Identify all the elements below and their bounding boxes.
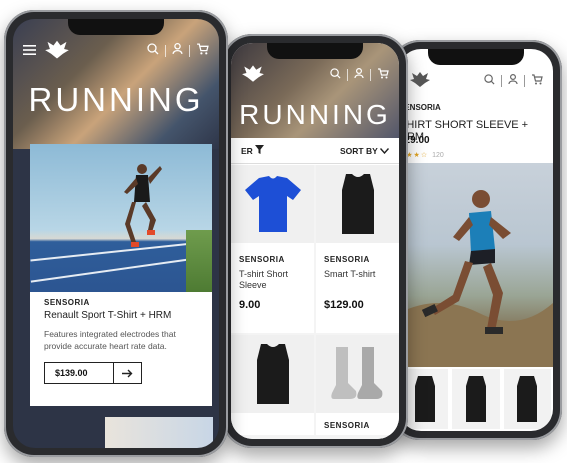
thumbnail[interactable] [452, 369, 500, 429]
product-image [231, 165, 314, 243]
user-icon[interactable] [172, 42, 183, 60]
sort-button[interactable]: SORT BY [339, 145, 390, 156]
phone-notch [267, 43, 363, 59]
filter-sort-bar: ER SORT BY [231, 138, 399, 164]
chevron-down-icon [379, 147, 390, 154]
featured-product-card[interactable]: SENSORIA Renault Sport T-Shirt + HRM Fea… [30, 144, 212, 406]
divider [189, 45, 190, 57]
product-name: Renault Sport T-Shirt + HRM [44, 310, 172, 321]
black-tank-icon [256, 344, 289, 404]
menu-icon[interactable] [23, 42, 36, 60]
product-image [231, 335, 314, 413]
product-description: Features integrated electrodes that prov… [44, 329, 176, 351]
user-icon[interactable] [354, 66, 364, 84]
product-tile[interactable]: SENSORIA [316, 335, 399, 435]
phone-mockup-2: RUNNING ER SORT BY SENSORIA T-shirt Shor… [222, 34, 408, 448]
divider [165, 45, 166, 57]
filter-button[interactable]: ER [241, 145, 265, 156]
category-screen: RUNNING SENSORIA Renault Sport T-Shirt +… [13, 19, 219, 448]
thumbnail[interactable] [503, 369, 551, 429]
filter-label: ER [241, 146, 253, 156]
product-image [316, 165, 399, 243]
product-photo[interactable] [399, 163, 553, 367]
thumbnail-strip [399, 369, 553, 429]
divider [501, 75, 502, 87]
brand-logo-icon[interactable] [241, 63, 265, 88]
divider [370, 69, 371, 81]
phone-mockup-3: SENSORIA SHIRT SHORT SLEEVE + HRM 129.00… [390, 40, 562, 440]
product-name: T-shirt Short Sleeve [239, 269, 289, 290]
sort-label: SORT BY [339, 145, 378, 156]
product-brand: SENSORIA [239, 255, 285, 264]
runner-figure [124, 164, 162, 247]
hero-title: RUNNING [28, 81, 204, 118]
buy-button[interactable]: $139.00 [44, 362, 142, 384]
product-name: Smart T-shirt [324, 269, 376, 279]
product-price: $129.00 [324, 299, 364, 311]
blue-shirt-icon [244, 176, 301, 232]
rating-count: 120 [432, 152, 444, 159]
cart-icon[interactable] [377, 66, 389, 84]
hero-title: RUNNING [239, 99, 391, 130]
cart-icon[interactable] [531, 72, 543, 90]
product-price: 9.00 [239, 299, 261, 311]
product-brand: SENSORIA [44, 298, 90, 307]
brand-logo-icon[interactable] [44, 38, 70, 65]
product-list-screen: RUNNING ER SORT BY SENSORIA T-shirt Shor… [231, 43, 399, 439]
track-lane [30, 255, 212, 283]
product-detail-screen: SENSORIA SHIRT SHORT SLEEVE + HRM 129.00… [399, 49, 553, 431]
brand-logo-icon[interactable] [409, 70, 431, 93]
search-icon[interactable] [147, 42, 159, 60]
arrow-right-icon[interactable] [113, 363, 141, 383]
product-image [316, 335, 399, 413]
price-label: $139.00 [55, 368, 88, 378]
product-tile[interactable]: SENSORIA Smart T-shirt $129.00 [316, 165, 399, 333]
next-card-preview [105, 417, 213, 448]
thumbnail[interactable] [401, 369, 449, 429]
cart-icon[interactable] [196, 42, 209, 60]
phone-mockup-1: RUNNING SENSORIA Renault Sport T-Shirt +… [4, 10, 228, 457]
product-grid: SENSORIA T-shirt Short Sleeve 9.00 SENSO… [231, 165, 399, 439]
phone-notch [68, 19, 164, 35]
phone-notch [428, 49, 524, 65]
product-photo [30, 144, 212, 292]
product-tile[interactable] [231, 335, 314, 435]
divider [347, 69, 348, 81]
filter-icon [255, 145, 265, 154]
product-brand: SENSORIA [324, 421, 370, 430]
search-icon[interactable] [484, 72, 495, 90]
hero-banner: RUNNING [13, 19, 219, 149]
product-tile[interactable]: SENSORIA T-shirt Short Sleeve 9.00 [231, 165, 314, 333]
product-brand: SENSORIA [324, 255, 370, 264]
user-icon[interactable] [508, 72, 518, 90]
black-tank-icon [341, 174, 374, 234]
grass [186, 230, 212, 292]
divider [524, 75, 525, 87]
socks-icon [330, 347, 382, 399]
search-icon[interactable] [330, 66, 341, 84]
